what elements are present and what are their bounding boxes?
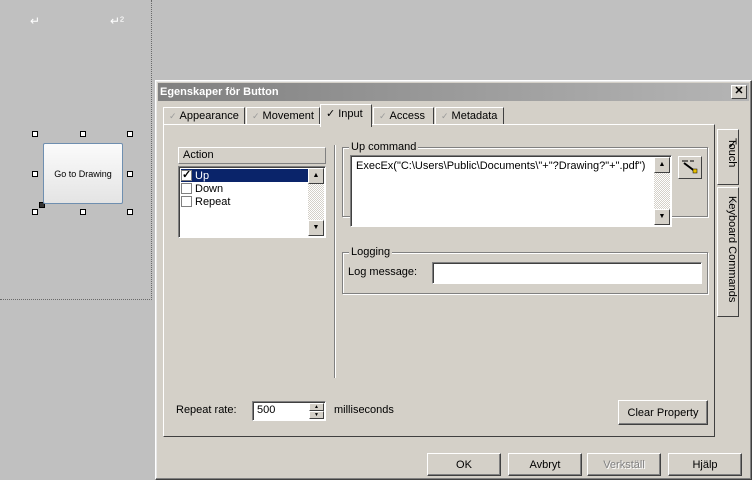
scroll-up-arrow-icon[interactable]: ▲ (308, 168, 324, 184)
tab-label: Input (338, 108, 363, 120)
tab-label: Appearance (179, 110, 239, 122)
action-item-repeat[interactable]: Repeat (181, 195, 308, 208)
resize-handle-bottom-right[interactable] (127, 209, 133, 215)
repeat-rate-input[interactable]: 500 ▲ ▼ (252, 401, 326, 421)
up-command-scrollbar[interactable]: ▲ ▼ (654, 157, 670, 225)
anchor-mark-2: ↵² (110, 14, 125, 28)
check-icon: ✓ (379, 111, 387, 121)
action-item-up[interactable]: Up (181, 168, 308, 182)
repeat-rate-value: 500 (257, 404, 276, 416)
checkbox-up[interactable] (181, 168, 192, 181)
resize-handle-left[interactable] (32, 171, 38, 177)
resize-handle-top-right[interactable] (127, 131, 133, 137)
repeat-rate-spinner[interactable]: ▲ ▼ (309, 403, 324, 419)
repeat-rate-unit: milliseconds (334, 404, 394, 416)
log-message-input[interactable] (432, 262, 702, 284)
help-button[interactable]: Hjälp (668, 453, 742, 476)
check-icon: ✓ (169, 111, 177, 121)
panel-divider (334, 145, 336, 378)
dialog-title: Egenskaper för Button (160, 86, 279, 98)
resize-handle-bottom-left[interactable] (32, 209, 38, 215)
cancel-button[interactable]: Avbryt (508, 453, 582, 476)
scroll-up-arrow-icon[interactable]: ▲ (654, 157, 670, 173)
side-tab-touch[interactable]: ✓ Touch (717, 129, 739, 185)
checkbox-down[interactable] (181, 183, 192, 194)
go-to-drawing-button[interactable]: Go to Drawing (43, 143, 123, 204)
check-icon: ✓ (441, 111, 449, 121)
action-item-label: Up (195, 169, 210, 182)
tab-input[interactable]: ✓ Input (320, 104, 372, 127)
scroll-down-arrow-icon[interactable]: ▼ (308, 220, 324, 236)
log-message-label: Log message: (348, 266, 418, 278)
input-tab-panel: Action Up Down Repeat ▲ ▼ Up command Exe… (163, 124, 715, 437)
action-item-label: Down (195, 182, 224, 195)
resize-handle-bottom[interactable] (80, 209, 86, 215)
close-button[interactable]: ✕ (731, 85, 747, 99)
repeat-rate-label: Repeat rate: (176, 404, 237, 416)
resize-handle-top[interactable] (80, 131, 86, 137)
spin-down-arrow-icon[interactable]: ▼ (309, 411, 324, 419)
spin-up-arrow-icon[interactable]: ▲ (309, 403, 324, 411)
action-list-scrollbar[interactable]: ▲ ▼ (308, 168, 324, 236)
check-icon: ✓ (326, 108, 336, 120)
tab-label: Access (389, 110, 426, 122)
check-icon: ✓ (252, 111, 260, 121)
side-tab-keyboard-commands[interactable]: ✓ Keyboard Commands (717, 187, 739, 317)
script-wizard-button[interactable] (678, 156, 702, 179)
scroll-down-arrow-icon[interactable]: ▼ (654, 209, 670, 225)
action-item-down[interactable]: Down (181, 182, 308, 195)
up-command-text: ExecEx("C:\Users\Public\Documents\"+"?Dr… (356, 160, 646, 172)
tab-metadata[interactable]: ✓ Metadata (435, 107, 504, 125)
clear-property-button[interactable]: Clear Property (618, 400, 708, 425)
apply-button[interactable]: Verkställ (587, 453, 661, 476)
dialog-titlebar[interactable]: Egenskaper för Button ✕ (158, 83, 749, 101)
side-tab-label: Touch (726, 138, 738, 168)
up-command-label: Up command (349, 141, 419, 153)
action-item-label: Repeat (195, 195, 231, 208)
tab-label: Metadata (451, 110, 498, 122)
tab-appearance[interactable]: ✓ Appearance (163, 107, 245, 125)
resize-handle-top-left[interactable] (32, 131, 38, 137)
side-tab-label: Keyboard Commands (726, 196, 738, 303)
action-column-header: Action (178, 147, 326, 164)
tab-access[interactable]: ✓ Access (373, 107, 434, 125)
up-command-textarea[interactable]: ExecEx("C:\Users\Public\Documents\"+"?Dr… (350, 155, 672, 227)
checkbox-repeat[interactable] (181, 196, 192, 207)
resize-handle-right[interactable] (127, 171, 133, 177)
tab-label: Movement (262, 110, 314, 122)
properties-dialog: Egenskaper för Button ✕ ✓ Appearance ✓ Mov… (155, 80, 752, 480)
anchor-mark-1: ↵ (30, 14, 41, 28)
tab-movement[interactable]: ✓ Movement (246, 107, 320, 125)
action-list[interactable]: Up Down Repeat ▲ ▼ (178, 166, 326, 238)
ok-button[interactable]: OK (427, 453, 501, 476)
magic-wand-icon (682, 160, 698, 174)
logging-label: Logging (349, 246, 393, 258)
close-icon: ✕ (734, 85, 744, 97)
